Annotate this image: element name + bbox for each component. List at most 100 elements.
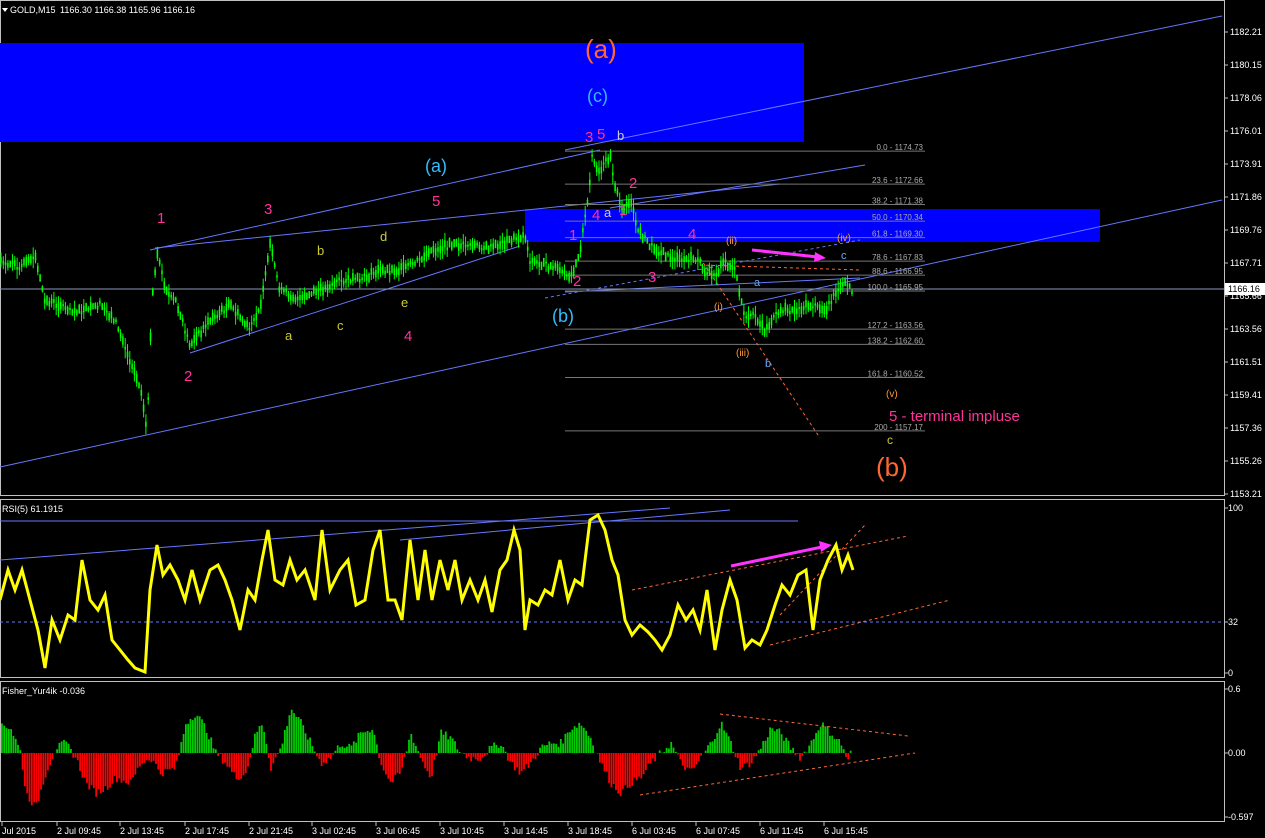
fib-label: 0.0 - 1174.73 bbox=[876, 143, 923, 152]
fisher-bar bbox=[812, 739, 815, 753]
candle-body bbox=[168, 291, 170, 297]
fisher-bar bbox=[318, 753, 321, 759]
candle-body bbox=[835, 290, 837, 297]
fisher-bar bbox=[173, 753, 176, 770]
candle-body bbox=[85, 303, 87, 311]
candle-body bbox=[851, 291, 853, 295]
rsi-tick-label: 100 bbox=[1228, 503, 1243, 513]
candle-body bbox=[773, 315, 775, 318]
candle-body bbox=[416, 257, 419, 261]
triangle-down-icon[interactable] bbox=[2, 8, 8, 12]
candle-body bbox=[296, 296, 299, 301]
fisher-bar bbox=[352, 741, 355, 753]
candle-body bbox=[129, 359, 131, 365]
candle-body bbox=[641, 234, 644, 243]
fisher-bar bbox=[152, 753, 155, 761]
candle-body bbox=[414, 261, 416, 266]
candle-body bbox=[80, 311, 83, 315]
candle-body bbox=[308, 291, 310, 299]
fisher-bar bbox=[355, 742, 357, 753]
fisher-bar bbox=[668, 748, 670, 753]
fisher-bar bbox=[56, 749, 58, 753]
fisher-bar bbox=[481, 753, 484, 758]
candle-body bbox=[53, 299, 55, 303]
fisher-bar bbox=[525, 753, 528, 765]
fisher-bar bbox=[697, 753, 700, 761]
fisher-bar bbox=[212, 748, 215, 753]
candle-body bbox=[131, 364, 133, 369]
fisher-bar bbox=[654, 753, 656, 762]
fisher-bar bbox=[60, 741, 63, 753]
wave-top-a: a bbox=[604, 205, 612, 220]
candle-body bbox=[283, 289, 285, 293]
candle-body bbox=[490, 244, 492, 247]
time-tick-label: 6 Jul 07:45 bbox=[696, 826, 740, 836]
candle-body bbox=[87, 308, 90, 311]
fisher-bar bbox=[139, 753, 141, 767]
time-tick-label: 2 Jul 09:45 bbox=[57, 826, 101, 836]
roman-v: (v) bbox=[886, 389, 898, 400]
candle-body bbox=[66, 306, 69, 315]
fisher-bar bbox=[578, 722, 581, 753]
candle-body bbox=[156, 249, 159, 259]
fisher-bar bbox=[141, 753, 144, 764]
fisher-bar bbox=[490, 745, 493, 753]
trading-chart[interactable]: 0.0 - 1174.73 23.6 - 1172.66 38.2 - 1171.3… bbox=[0, 0, 1265, 838]
fisher-bar bbox=[507, 753, 509, 761]
candle-body bbox=[736, 275, 738, 281]
candle-body bbox=[727, 262, 729, 272]
candle-body bbox=[409, 260, 412, 265]
candle-body bbox=[198, 330, 200, 334]
fisher-bar bbox=[580, 725, 583, 753]
fisher-bar bbox=[125, 753, 127, 784]
rsi-orange-1 bbox=[631, 535, 909, 591]
candle-body bbox=[16, 267, 18, 270]
fisher-bar bbox=[196, 715, 199, 753]
candle-body bbox=[775, 311, 777, 315]
fisher-bar bbox=[325, 753, 328, 764]
candle-body bbox=[175, 297, 177, 302]
price-tick-label: 1159.41 bbox=[1230, 390, 1262, 400]
price-tick-label: 1173.91 bbox=[1230, 159, 1262, 169]
fisher-bar bbox=[670, 742, 673, 753]
candle-body bbox=[347, 275, 350, 280]
fisher-bar bbox=[835, 739, 838, 753]
candle-body bbox=[807, 302, 810, 311]
fisher-bar bbox=[842, 749, 845, 753]
candle-body bbox=[494, 239, 497, 249]
candle-body bbox=[99, 300, 101, 304]
fisher-bar bbox=[348, 743, 351, 753]
fisher-bar bbox=[63, 740, 65, 753]
candle-body bbox=[722, 258, 724, 266]
blue-wave-b: b bbox=[765, 358, 771, 370]
candle-body bbox=[359, 278, 361, 283]
candle-body bbox=[600, 166, 603, 174]
candle-body bbox=[260, 299, 262, 309]
candle-body bbox=[589, 179, 591, 186]
candle-body bbox=[653, 244, 655, 254]
candle-body bbox=[301, 294, 304, 300]
candle-body bbox=[400, 263, 402, 271]
candle-body bbox=[230, 300, 232, 309]
candle-body bbox=[7, 262, 9, 268]
fisher-bar bbox=[297, 717, 300, 753]
candle-body bbox=[609, 151, 612, 160]
candle-body bbox=[474, 240, 476, 249]
candle-body bbox=[708, 264, 711, 274]
fisher-bar bbox=[536, 753, 539, 756]
fisher-bar bbox=[603, 753, 606, 772]
candle-body bbox=[253, 318, 255, 321]
candle-body bbox=[779, 306, 782, 314]
price-tick-label: 1180.15 bbox=[1230, 60, 1262, 70]
fisher-bar bbox=[272, 753, 275, 764]
rsi-tick-label: 0 bbox=[1228, 668, 1233, 678]
candle-body bbox=[324, 284, 327, 289]
arrow-shaft bbox=[751, 248, 819, 259]
fisher-bar bbox=[484, 753, 486, 757]
fisher-bar bbox=[288, 715, 291, 753]
fib-label: 88.6 - 1166.95 bbox=[872, 267, 924, 276]
fisher-bar bbox=[428, 753, 431, 778]
fisher-bar bbox=[732, 751, 735, 753]
candle-body bbox=[78, 304, 80, 313]
candle-body bbox=[239, 315, 241, 321]
